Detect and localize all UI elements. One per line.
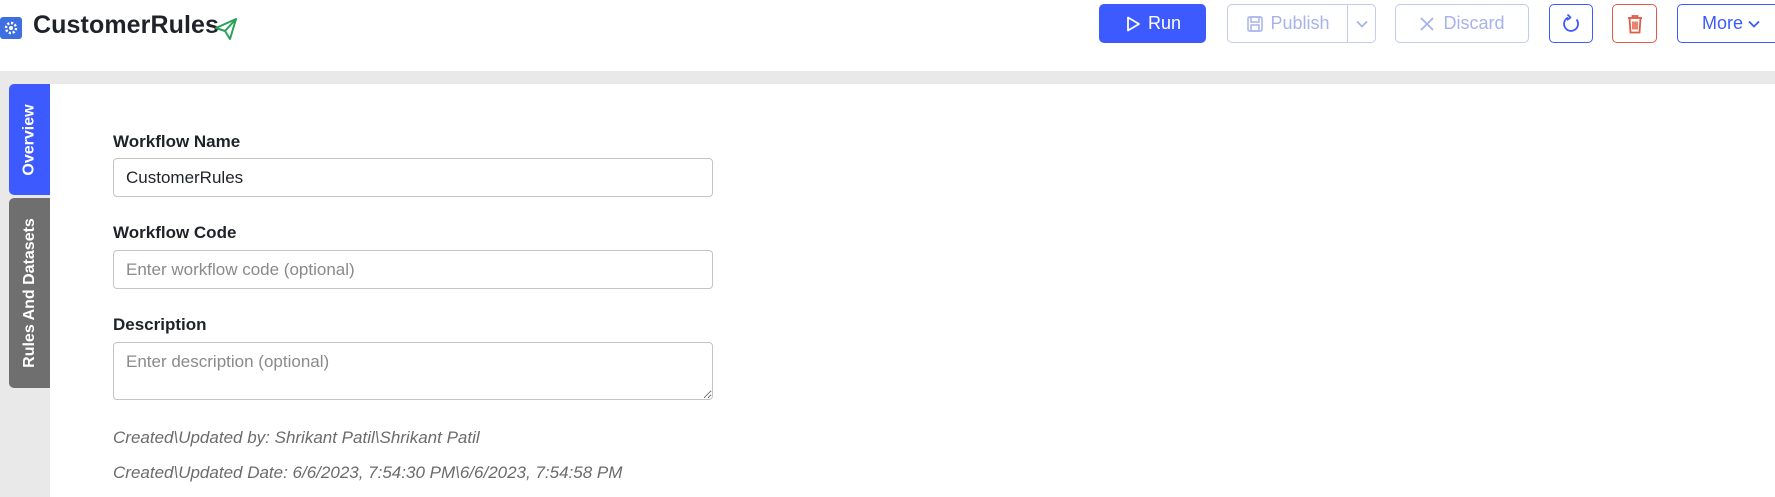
- workflow-name-label: Workflow Name: [113, 132, 241, 151]
- page-title: CustomerRules: [33, 11, 220, 39]
- tab-overview[interactable]: Overview: [9, 84, 50, 195]
- tab-rules-and-datasets-label: Rules And Datasets: [20, 218, 38, 368]
- created-updated-by: Created\Updated by: Shrikant Patil\Shrik…: [113, 428, 480, 447]
- publish-button[interactable]: Publish: [1227, 4, 1348, 43]
- header-bar: CustomerRules Run Publish Discard More: [0, 0, 1775, 71]
- send-icon[interactable]: [213, 16, 239, 42]
- tab-overview-label: Overview: [20, 103, 38, 176]
- refresh-button[interactable]: [1549, 4, 1593, 43]
- play-icon: [1127, 16, 1140, 31]
- refresh-icon: [1563, 13, 1579, 32]
- created-updated-date: Created\Updated Date: 6/6/2023, 7:54:30 …: [113, 463, 623, 482]
- save-icon: [1247, 15, 1264, 32]
- discard-button[interactable]: Discard: [1395, 4, 1529, 43]
- discard-button-label: Discard: [1443, 13, 1505, 33]
- delete-button[interactable]: [1612, 4, 1657, 43]
- run-button-label: Run: [1147, 13, 1182, 33]
- trash-icon: [1627, 14, 1642, 33]
- publish-options-button[interactable]: [1347, 4, 1376, 43]
- close-icon: [1420, 16, 1435, 31]
- workflow-code-input[interactable]: [113, 250, 713, 289]
- workflow-name-input[interactable]: [113, 158, 713, 197]
- more-button-label: More: [1702, 13, 1744, 33]
- chevron-down-icon: [1355, 20, 1368, 28]
- tab-rules-and-datasets[interactable]: Rules And Datasets: [9, 198, 50, 388]
- run-button[interactable]: Run: [1099, 4, 1206, 43]
- description-textarea[interactable]: [113, 342, 713, 400]
- gear-icon: [0, 17, 22, 39]
- description-label: Description: [113, 315, 207, 334]
- workflow-code-label: Workflow Code: [113, 223, 237, 242]
- chevron-down-icon: [1748, 20, 1760, 28]
- publish-button-label: Publish: [1270, 13, 1330, 33]
- more-button[interactable]: More: [1677, 4, 1775, 43]
